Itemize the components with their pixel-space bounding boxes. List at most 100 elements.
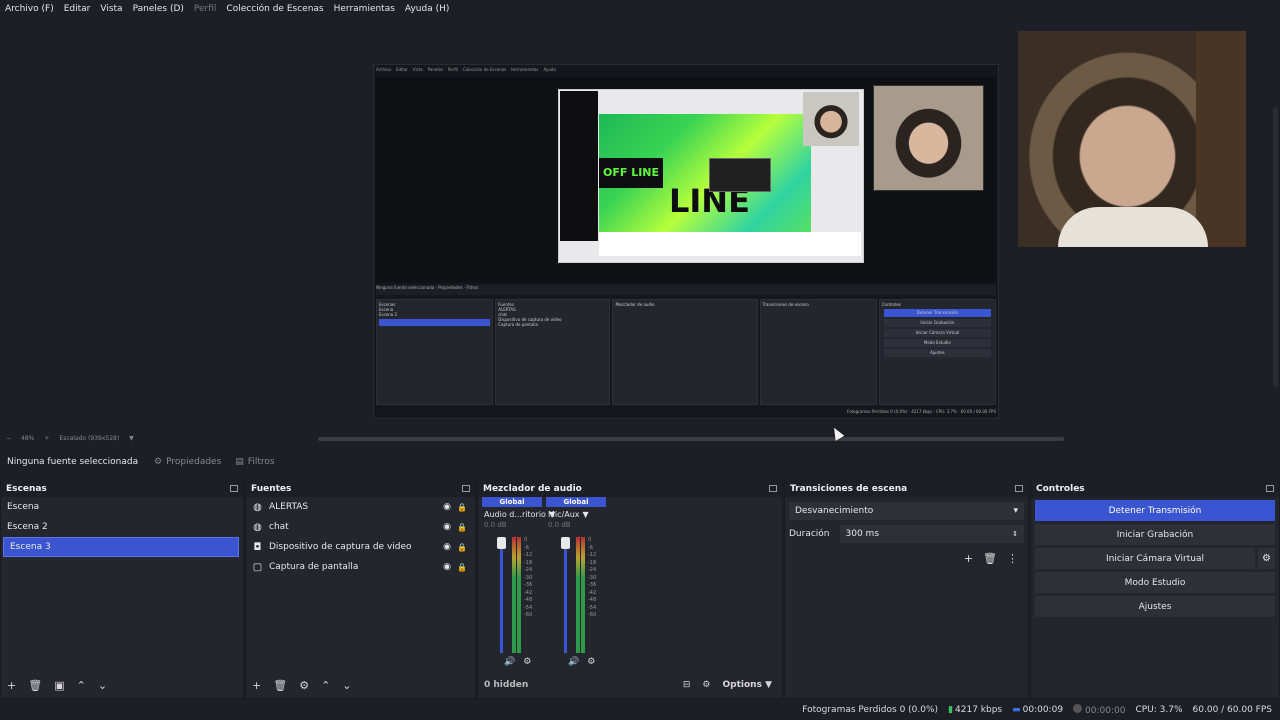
nested-mini-webcam [803, 92, 859, 146]
spin-arrows-icon[interactable]: ⇕ [1012, 530, 1018, 538]
duration-spinbox[interactable]: 300 ms ⇕ [839, 525, 1024, 543]
fader-knob[interactable] [497, 537, 506, 549]
settings-button[interactable]: Ajustes [1035, 596, 1275, 617]
source-label: Captura de pantalla [269, 562, 359, 572]
source-item[interactable]: ◍ ALERTAS ◉ 🔒 [246, 497, 475, 517]
preview-area[interactable]: Archivo Editar Vista Paneles Perfil Colección… [0, 17, 1280, 431]
channel-name: Mic/Aux [548, 509, 580, 519]
lock-icon[interactable]: 🔒 [457, 563, 467, 572]
nested-transitions: Transiciones de escena [759, 299, 877, 405]
undock-icon[interactable] [769, 485, 777, 492]
dock-title: Escenas [1, 480, 243, 497]
move-up-icon[interactable]: ⌃ [321, 679, 330, 692]
eye-icon[interactable]: ◉ [443, 522, 451, 532]
transitions-title: Transiciones de escena [790, 483, 908, 494]
options-button[interactable]: Options ▼ [723, 680, 773, 690]
cpu-usage: CPU: 3.7% [1135, 705, 1183, 715]
fader-knob[interactable] [561, 537, 570, 549]
speaker-icon[interactable]: 🔊 [504, 657, 515, 667]
more-icon[interactable]: ⋮ [1007, 552, 1018, 565]
zoom-out-icon[interactable]: − [6, 435, 11, 442]
scene-item-selected[interactable]: Escena 3 [3, 537, 239, 557]
menu-paneles[interactable]: Paneles (D) [128, 4, 189, 14]
add-icon[interactable]: + [252, 679, 261, 692]
trash-icon[interactable]: 🗑 [983, 552, 997, 565]
stop-streaming-button[interactable]: Detener Transmisión [1035, 500, 1275, 521]
eye-icon[interactable]: ◉ [443, 502, 451, 512]
gear-icon[interactable]: ⚙ [523, 657, 531, 667]
lock-icon[interactable]: 🔒 [457, 503, 467, 512]
webcam-background-door [1196, 31, 1246, 247]
menu-editar[interactable]: Editar [59, 4, 96, 14]
scenes-toolbar: + 🗑 ▣ ⌃ ⌄ [1, 672, 243, 698]
volume-fader[interactable] [500, 537, 503, 653]
eye-icon[interactable]: ◉ [443, 562, 451, 572]
dropdown-icon: ▼ [582, 509, 589, 519]
undock-icon[interactable] [1015, 485, 1023, 492]
transition-select[interactable]: Desvanecimiento ▾ [789, 502, 1024, 520]
move-up-icon[interactable]: ⌃ [77, 679, 86, 692]
undock-icon[interactable] [230, 485, 238, 492]
menu-vista[interactable]: Vista [95, 4, 127, 14]
gear-icon[interactable]: ⚙ [587, 657, 595, 667]
layout-icon[interactable]: ⊟ [683, 680, 691, 690]
monitor-icon: ▢ [252, 561, 263, 573]
hidden-count: 0 hidden [484, 680, 529, 690]
lock-icon[interactable]: 🔒 [457, 523, 467, 532]
start-recording-button[interactable]: Iniciar Grabación [1035, 524, 1275, 545]
move-down-icon[interactable]: ⌄ [98, 679, 107, 692]
sources-title: Fuentes [251, 483, 292, 494]
channel-name-button[interactable]: Mic/Aux ▼ [546, 507, 606, 521]
sources-toolbar: + 🗑 ⚙ ⌃ ⌄ [246, 672, 475, 698]
duration-label: Duración [789, 529, 830, 539]
add-icon[interactable]: + [7, 679, 16, 692]
no-source-label: Ninguna fuente seleccionada [7, 457, 139, 467]
scene-item[interactable]: Escena [1, 497, 243, 517]
trash-icon[interactable]: 🗑 [273, 679, 287, 692]
mixer-settings-icon[interactable]: ⚙ [702, 680, 710, 690]
scene-filter-icon[interactable]: ▣ [54, 679, 64, 692]
menu-archivo[interactable]: Archivo (F) [0, 4, 59, 14]
trash-icon[interactable]: 🗑 [28, 679, 42, 692]
context-bar: Ninguna fuente seleccionada ⚙ Propiedade… [0, 452, 1280, 472]
source-item[interactable]: ▢ Captura de pantalla ◉ 🔒 [246, 557, 475, 577]
lock-icon[interactable]: 🔒 [457, 543, 467, 552]
nested-mixer: Mezclador de audio [612, 299, 758, 405]
source-label: chat [269, 522, 289, 532]
speaker-icon[interactable]: 🔊 [568, 657, 579, 667]
filters-button[interactable]: ▤ Filtros [231, 457, 278, 467]
scaling-dropdown-icon[interactable]: ▼ [129, 435, 134, 442]
meter-scale: 0 -6 -12 -18 -24 -30 -36 -42 -48 -54 -60 [588, 537, 597, 618]
source-label: Dispositivo de captura de video [269, 542, 412, 552]
channel-name-button[interactable]: Audio d...ritorio ▼ [482, 507, 555, 521]
signal-icon: ▮ [948, 705, 954, 715]
volume-fader[interactable] [564, 537, 567, 653]
nested-offline-sign: OFF LINE [599, 158, 663, 188]
menu-ayuda[interactable]: Ayuda (H) [400, 4, 454, 14]
source-label: ALERTAS [269, 502, 309, 512]
preview-horizontal-scrollbar[interactable] [318, 437, 1064, 441]
gear-icon[interactable]: ⚙ [1255, 548, 1275, 569]
record-icon [1073, 704, 1083, 713]
scene-item[interactable]: Escena 2 [1, 517, 243, 537]
properties-label: Propiedades [166, 457, 222, 467]
zoom-in-icon[interactable]: + [44, 435, 49, 442]
gear-icon[interactable]: ⚙ [299, 679, 309, 692]
add-icon[interactable]: + [964, 552, 973, 565]
stream-preview[interactable]: Archivo Editar Vista Paneles Perfil Colección… [373, 64, 999, 419]
nested-sidebar [560, 91, 598, 241]
undock-icon[interactable] [1266, 485, 1274, 492]
eye-icon[interactable]: ◉ [443, 542, 451, 552]
menu-coleccion-escenas[interactable]: Colección de Escenas [221, 4, 328, 14]
undock-icon[interactable] [462, 485, 470, 492]
studio-mode-button[interactable]: Modo Estudio [1035, 572, 1275, 593]
source-item[interactable]: ◍ chat ◉ 🔒 [246, 517, 475, 537]
menu-herramientas[interactable]: Herramientas [329, 4, 400, 14]
scaling-label: Escalado (939x528) [59, 434, 120, 442]
source-item[interactable]: ◘ Dispositivo de captura de video ◉ 🔒 [246, 537, 475, 557]
menu-perfil[interactable]: Perfil [189, 4, 222, 14]
virtual-camera-button[interactable]: Iniciar Cámara Virtual ⚙ [1035, 548, 1275, 569]
preview-vertical-scrollbar[interactable] [1273, 107, 1278, 387]
properties-button[interactable]: ⚙ Propiedades [150, 457, 225, 467]
move-down-icon[interactable]: ⌄ [342, 679, 351, 692]
